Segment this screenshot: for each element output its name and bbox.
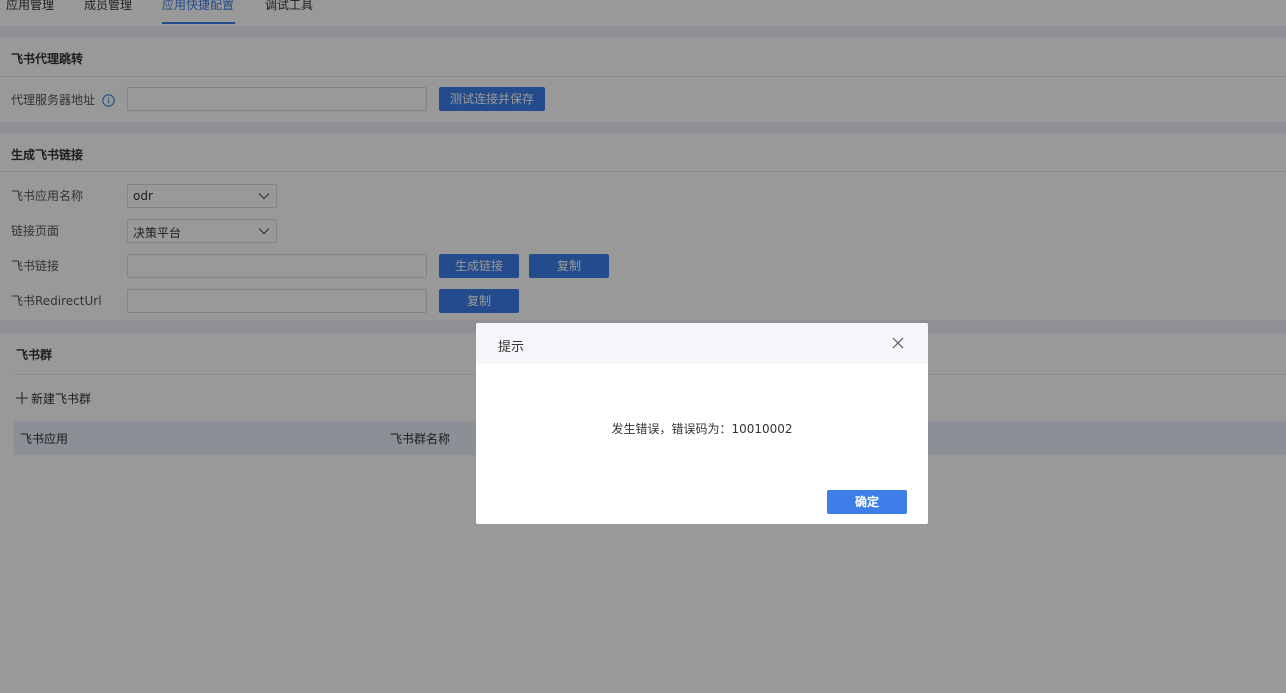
confirm-button[interactable]: 确定 bbox=[827, 490, 907, 514]
dialog-header: 提示 bbox=[476, 323, 928, 364]
dialog-title: 提示 bbox=[498, 340, 525, 355]
dialog-message: 发生错误，错误码为：10010002 bbox=[611, 422, 793, 436]
close-icon[interactable] bbox=[892, 337, 904, 349]
error-dialog: 提示 发生错误，错误码为：10010002 确定 bbox=[476, 323, 928, 524]
